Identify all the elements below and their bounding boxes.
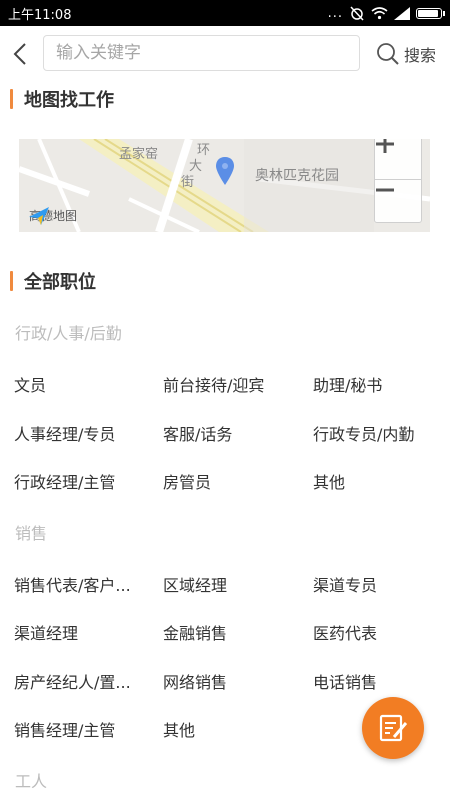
minus-icon <box>376 188 394 192</box>
map-section-title: 地图找工作 <box>24 90 114 111</box>
job-item[interactable]: 电话销售 <box>313 669 377 693</box>
job-item[interactable]: 人事经理/专员 <box>14 421 115 445</box>
job-item[interactable]: 销售代表/客户... <box>14 572 131 596</box>
jobs-section-header: 全部职位 <box>10 268 96 294</box>
plus-icon <box>376 139 394 153</box>
search-icon <box>377 43 399 65</box>
status-time: 上午11:08 <box>8 7 72 23</box>
map-roads <box>19 139 430 232</box>
map-pin-icon <box>216 157 234 185</box>
status-icons: ... <box>327 5 445 21</box>
status-dots: ... <box>327 5 343 21</box>
job-item[interactable]: 其他 <box>313 469 345 493</box>
zoom-out-button[interactable] <box>375 179 421 224</box>
search-input[interactable] <box>43 35 360 71</box>
job-item[interactable]: 行政专员/内勤 <box>313 421 414 445</box>
amap-logo-icon <box>29 207 49 225</box>
job-item[interactable]: 文员 <box>14 372 46 396</box>
map-label-meng: 孟家窑 <box>119 147 159 162</box>
job-item[interactable]: 网络销售 <box>163 669 227 693</box>
map-label-jie: 街 <box>181 175 195 190</box>
search-button-label: 搜索 <box>404 46 437 65</box>
zoom-in-button[interactable] <box>375 139 421 178</box>
job-item[interactable]: 金融销售 <box>163 620 227 644</box>
chevron-left-icon <box>13 43 26 65</box>
job-item[interactable]: 客服/话务 <box>163 421 232 445</box>
category-title-sales: 销售 <box>15 524 48 543</box>
job-item[interactable]: 区域经理 <box>163 572 227 596</box>
job-item[interactable]: 医药代表 <box>313 620 377 644</box>
category-title-workers: 工人 <box>15 772 48 791</box>
category-title-admin: 行政/人事/后勤 <box>15 324 122 343</box>
map-zoom-controls <box>374 139 422 223</box>
alarm-off-icon <box>350 6 364 21</box>
job-item[interactable]: 助理/秘书 <box>313 372 382 396</box>
job-item[interactable]: 行政经理/主管 <box>14 469 115 493</box>
back-button[interactable] <box>0 26 40 82</box>
search-button[interactable]: 搜索 <box>376 40 436 68</box>
job-item[interactable]: 渠道专员 <box>313 572 377 596</box>
status-bar: 上午11:08 ... <box>0 0 450 26</box>
map-provider-logo: 高德地图 <box>29 207 77 225</box>
edit-note-icon <box>379 714 408 742</box>
job-item[interactable]: 房管员 <box>163 469 211 493</box>
battery-icon <box>416 7 445 19</box>
wifi-icon <box>371 7 388 20</box>
map-section-header: 地图找工作 <box>10 86 114 112</box>
post-job-fab-button[interactable] <box>362 697 424 759</box>
job-item[interactable]: 渠道经理 <box>14 620 78 644</box>
job-item[interactable]: 房产经纪人/置... <box>14 669 131 693</box>
section-accent-bar <box>10 89 13 109</box>
signal-icon <box>394 6 410 20</box>
section-accent-bar <box>10 271 13 291</box>
jobs-section-title: 全部职位 <box>24 272 96 293</box>
job-item[interactable]: 其他 <box>163 717 195 741</box>
map-view[interactable]: 孟家窑 环 大 街 奥林匹克花园 高德地图 <box>19 139 430 232</box>
job-item[interactable]: 前台接待/迎宾 <box>163 372 264 396</box>
job-item[interactable]: 销售经理/主管 <box>14 717 115 741</box>
search-bar: 搜索 <box>0 26 450 82</box>
map-label-olympic: 奥林匹克花园 <box>255 168 339 184</box>
